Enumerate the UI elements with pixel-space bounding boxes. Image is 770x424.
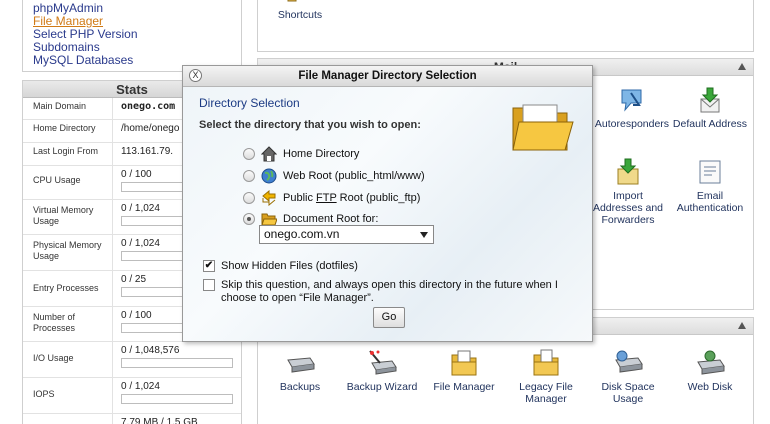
stat-row-iops: IOPS 0 / 1,024 xyxy=(23,378,241,414)
preferences-panel: Shortcuts xyxy=(257,0,754,52)
stat-label: Home Directory xyxy=(23,120,113,142)
stat-label: Last Login From xyxy=(23,143,113,165)
show-hidden-files-checkbox[interactable]: ✔ xyxy=(203,260,215,272)
stat-label xyxy=(23,414,113,424)
show-hidden-files-option[interactable]: ✔ Show Hidden Files (dotfiles) xyxy=(203,260,358,273)
stat-label: Main Domain xyxy=(23,98,113,119)
default-address-icon xyxy=(693,85,727,115)
dialog-heading: Directory Selection xyxy=(199,96,300,110)
skip-question-label: Skip this question, and always open this… xyxy=(221,279,558,304)
tile-label: Disk Space Usage xyxy=(601,381,655,405)
tile-label: File Manager xyxy=(433,381,495,393)
option-home-directory[interactable]: Home Directory xyxy=(243,146,359,162)
tile-shortcuts[interactable]: Shortcuts xyxy=(260,0,340,21)
stat-row-io-usage: I/O Usage 0 / 1,048,576 xyxy=(23,342,241,378)
skip-question-checkbox[interactable] xyxy=(203,279,215,291)
tile-autoresponders[interactable]: Autoresponders xyxy=(592,85,672,130)
collapse-arrow-icon[interactable] xyxy=(738,322,746,329)
option-public-ftp-root[interactable]: Public FTP Root (public_ftp) xyxy=(243,190,420,206)
stat-value: 7.79 MB / 1.5 GB xyxy=(121,417,198,424)
option-label: Document Root for: xyxy=(283,213,379,225)
stat-value: 0 / 1,048,576 xyxy=(121,345,180,356)
tile-label: Backup Wizard xyxy=(346,381,418,393)
shortcuts-icon xyxy=(283,0,317,6)
globe-icon xyxy=(261,168,277,184)
stat-row-disk: 7.79 MB / 1.5 GB xyxy=(23,414,241,424)
tile-backup-wizard[interactable]: Backup Wizard xyxy=(342,348,422,393)
tile-web-disk[interactable]: Web Disk xyxy=(670,348,750,393)
file-manager-icon xyxy=(447,348,481,378)
option-label: Home Directory xyxy=(283,148,360,160)
stat-label: Virtual Memory Usage xyxy=(23,200,113,234)
stat-value: 0 / 1,024 xyxy=(121,381,160,392)
backups-icon xyxy=(283,348,317,378)
collapse-arrow-icon[interactable] xyxy=(738,63,746,70)
web-root-radio[interactable] xyxy=(243,170,255,182)
tile-legacy-file-manager[interactable]: Legacy File Manager xyxy=(506,348,586,405)
selected-domain: onego.com.vn xyxy=(264,227,340,241)
document-root-radio[interactable] xyxy=(243,213,255,225)
close-icon[interactable]: X xyxy=(189,69,202,82)
directory-selection-dialog: X File Manager Directory Selection Direc… xyxy=(182,65,593,342)
stat-label: CPU Usage xyxy=(23,166,113,199)
stat-label: Physical Memory Usage xyxy=(23,235,113,270)
tile-email-authentication[interactable]: Email Authentication xyxy=(670,157,750,214)
ftp-arrows-icon xyxy=(261,190,277,206)
home-directory-radio[interactable] xyxy=(243,148,255,160)
tile-import-addresses[interactable]: Import Addresses and Forwarders xyxy=(588,157,668,226)
backup-wizard-icon xyxy=(365,348,399,378)
web-disk-icon xyxy=(693,348,727,378)
stat-label: I/O Usage xyxy=(23,342,113,377)
tile-file-manager[interactable]: File Manager xyxy=(424,348,504,393)
usage-bar xyxy=(121,394,233,404)
option-label: Web Root (public_html/www) xyxy=(283,170,425,182)
tile-label: Web Disk xyxy=(687,381,733,393)
disk-space-icon xyxy=(611,348,645,378)
import-addresses-icon xyxy=(611,157,645,187)
show-hidden-files-label: Show Hidden Files (dotfiles) xyxy=(221,260,358,272)
tile-label: Backups xyxy=(279,381,321,393)
open-folder-icon xyxy=(509,102,575,154)
go-button[interactable]: Go xyxy=(373,307,405,328)
email-authentication-icon xyxy=(693,157,727,187)
tile-backups[interactable]: Backups xyxy=(260,348,340,393)
option-label: Public FTP Root (public_ftp) xyxy=(283,192,421,204)
tile-label: Email Authentication xyxy=(676,190,744,214)
usage-bar xyxy=(121,358,233,368)
tile-label: Import Addresses and Forwarders xyxy=(592,190,664,226)
option-web-root[interactable]: Web Root (public_html/www) xyxy=(243,168,425,184)
stat-label: Number of Processes xyxy=(23,307,113,341)
skip-question-option[interactable]: Skip this question, and always open this… xyxy=(203,279,578,305)
document-root-domain-select[interactable]: onego.com.vn xyxy=(259,225,434,244)
public-ftp-radio[interactable] xyxy=(243,192,255,204)
chevron-down-icon xyxy=(420,232,428,238)
tile-label: Legacy File Manager xyxy=(519,381,573,405)
dialog-title: File Manager Directory Selection xyxy=(298,70,477,82)
tile-label: Default Address xyxy=(672,118,748,130)
tile-label: Autoresponders xyxy=(594,118,670,130)
tile-disk-space-usage[interactable]: Disk Space Usage xyxy=(588,348,668,405)
tile-label: Shortcuts xyxy=(277,9,323,21)
legacy-file-manager-icon xyxy=(529,348,563,378)
left-link-list: phpMyAdmin File Manager Select PHP Versi… xyxy=(22,0,242,72)
stat-label: IOPS xyxy=(23,378,113,413)
dialog-title-bar: X File Manager Directory Selection xyxy=(183,66,592,87)
tile-default-address[interactable]: Default Address xyxy=(670,85,750,130)
home-icon xyxy=(261,146,277,162)
autoresponder-icon xyxy=(615,85,649,115)
dialog-prompt: Select the directory that you wish to op… xyxy=(199,119,421,131)
stat-label: Entry Processes xyxy=(23,271,113,306)
